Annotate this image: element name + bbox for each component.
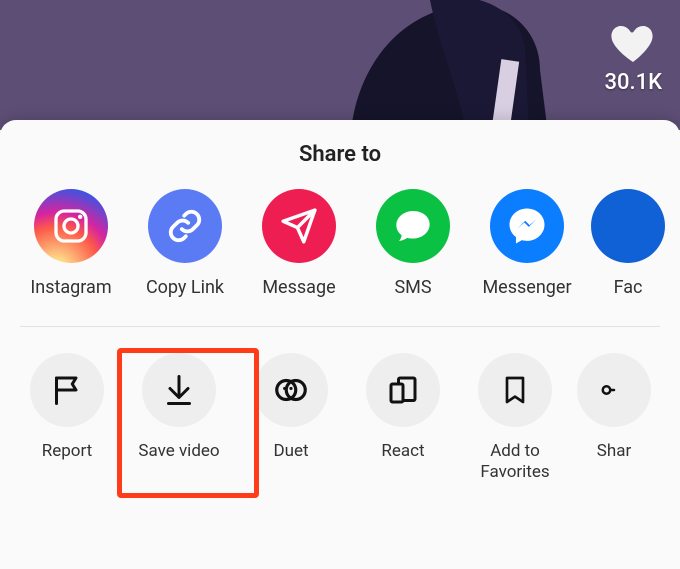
- action-item-duet[interactable]: Duet: [248, 353, 334, 462]
- video-background: 30.1K: [0, 0, 680, 130]
- action-item-report[interactable]: Report: [24, 353, 110, 462]
- share-item-label: SMS: [394, 277, 431, 298]
- action-item-label: Add to Favorites: [472, 441, 558, 484]
- share-targets-row: Instagram Copy Link Message: [0, 189, 680, 298]
- share-item-label: Instagram: [30, 277, 111, 298]
- action-item-share[interactable]: Shar: [584, 353, 624, 462]
- share-item-sms[interactable]: SMS: [370, 189, 456, 298]
- share-item-copy-link[interactable]: Copy Link: [142, 189, 228, 298]
- download-icon: [142, 353, 216, 427]
- action-item-react[interactable]: React: [360, 353, 446, 462]
- paper-plane-icon: [262, 189, 336, 263]
- link-icon: [148, 189, 222, 263]
- share-sheet-title: Share to: [0, 142, 680, 167]
- like-count: 30.1K: [604, 70, 662, 95]
- react-icon: [366, 353, 440, 427]
- heart-icon[interactable]: [607, 20, 659, 68]
- share-item-label: Messenger: [482, 277, 571, 298]
- action-item-label: React: [381, 441, 424, 462]
- share-item-label: Message: [262, 277, 335, 298]
- video-silhouette: [290, 0, 590, 130]
- share-icon: [577, 353, 651, 427]
- action-item-label: Shar: [597, 441, 631, 462]
- action-item-label: Duet: [273, 441, 308, 462]
- facebook-icon: [591, 189, 665, 263]
- flag-icon: [30, 353, 104, 427]
- actions-row: Report Save video Duet: [0, 353, 680, 484]
- messenger-icon: [490, 189, 564, 263]
- share-item-facebook[interactable]: Fac: [598, 189, 638, 298]
- action-item-label: Save video: [138, 441, 219, 462]
- share-item-message[interactable]: Message: [256, 189, 342, 298]
- action-item-add-to-favorites[interactable]: Add to Favorites: [472, 353, 558, 484]
- divider: [20, 326, 660, 327]
- bookmark-icon: [478, 353, 552, 427]
- speech-bubble-icon: [376, 189, 450, 263]
- share-item-label: Copy Link: [146, 277, 224, 298]
- action-item-label: Report: [42, 441, 92, 462]
- share-item-messenger[interactable]: Messenger: [484, 189, 570, 298]
- instagram-icon: [34, 189, 108, 263]
- action-item-save-video[interactable]: Save video: [136, 353, 222, 462]
- share-item-instagram[interactable]: Instagram: [28, 189, 114, 298]
- duet-icon: [254, 353, 328, 427]
- share-item-label: Fac: [614, 277, 643, 298]
- share-sheet: Share to Instagram Copy Link: [0, 120, 680, 569]
